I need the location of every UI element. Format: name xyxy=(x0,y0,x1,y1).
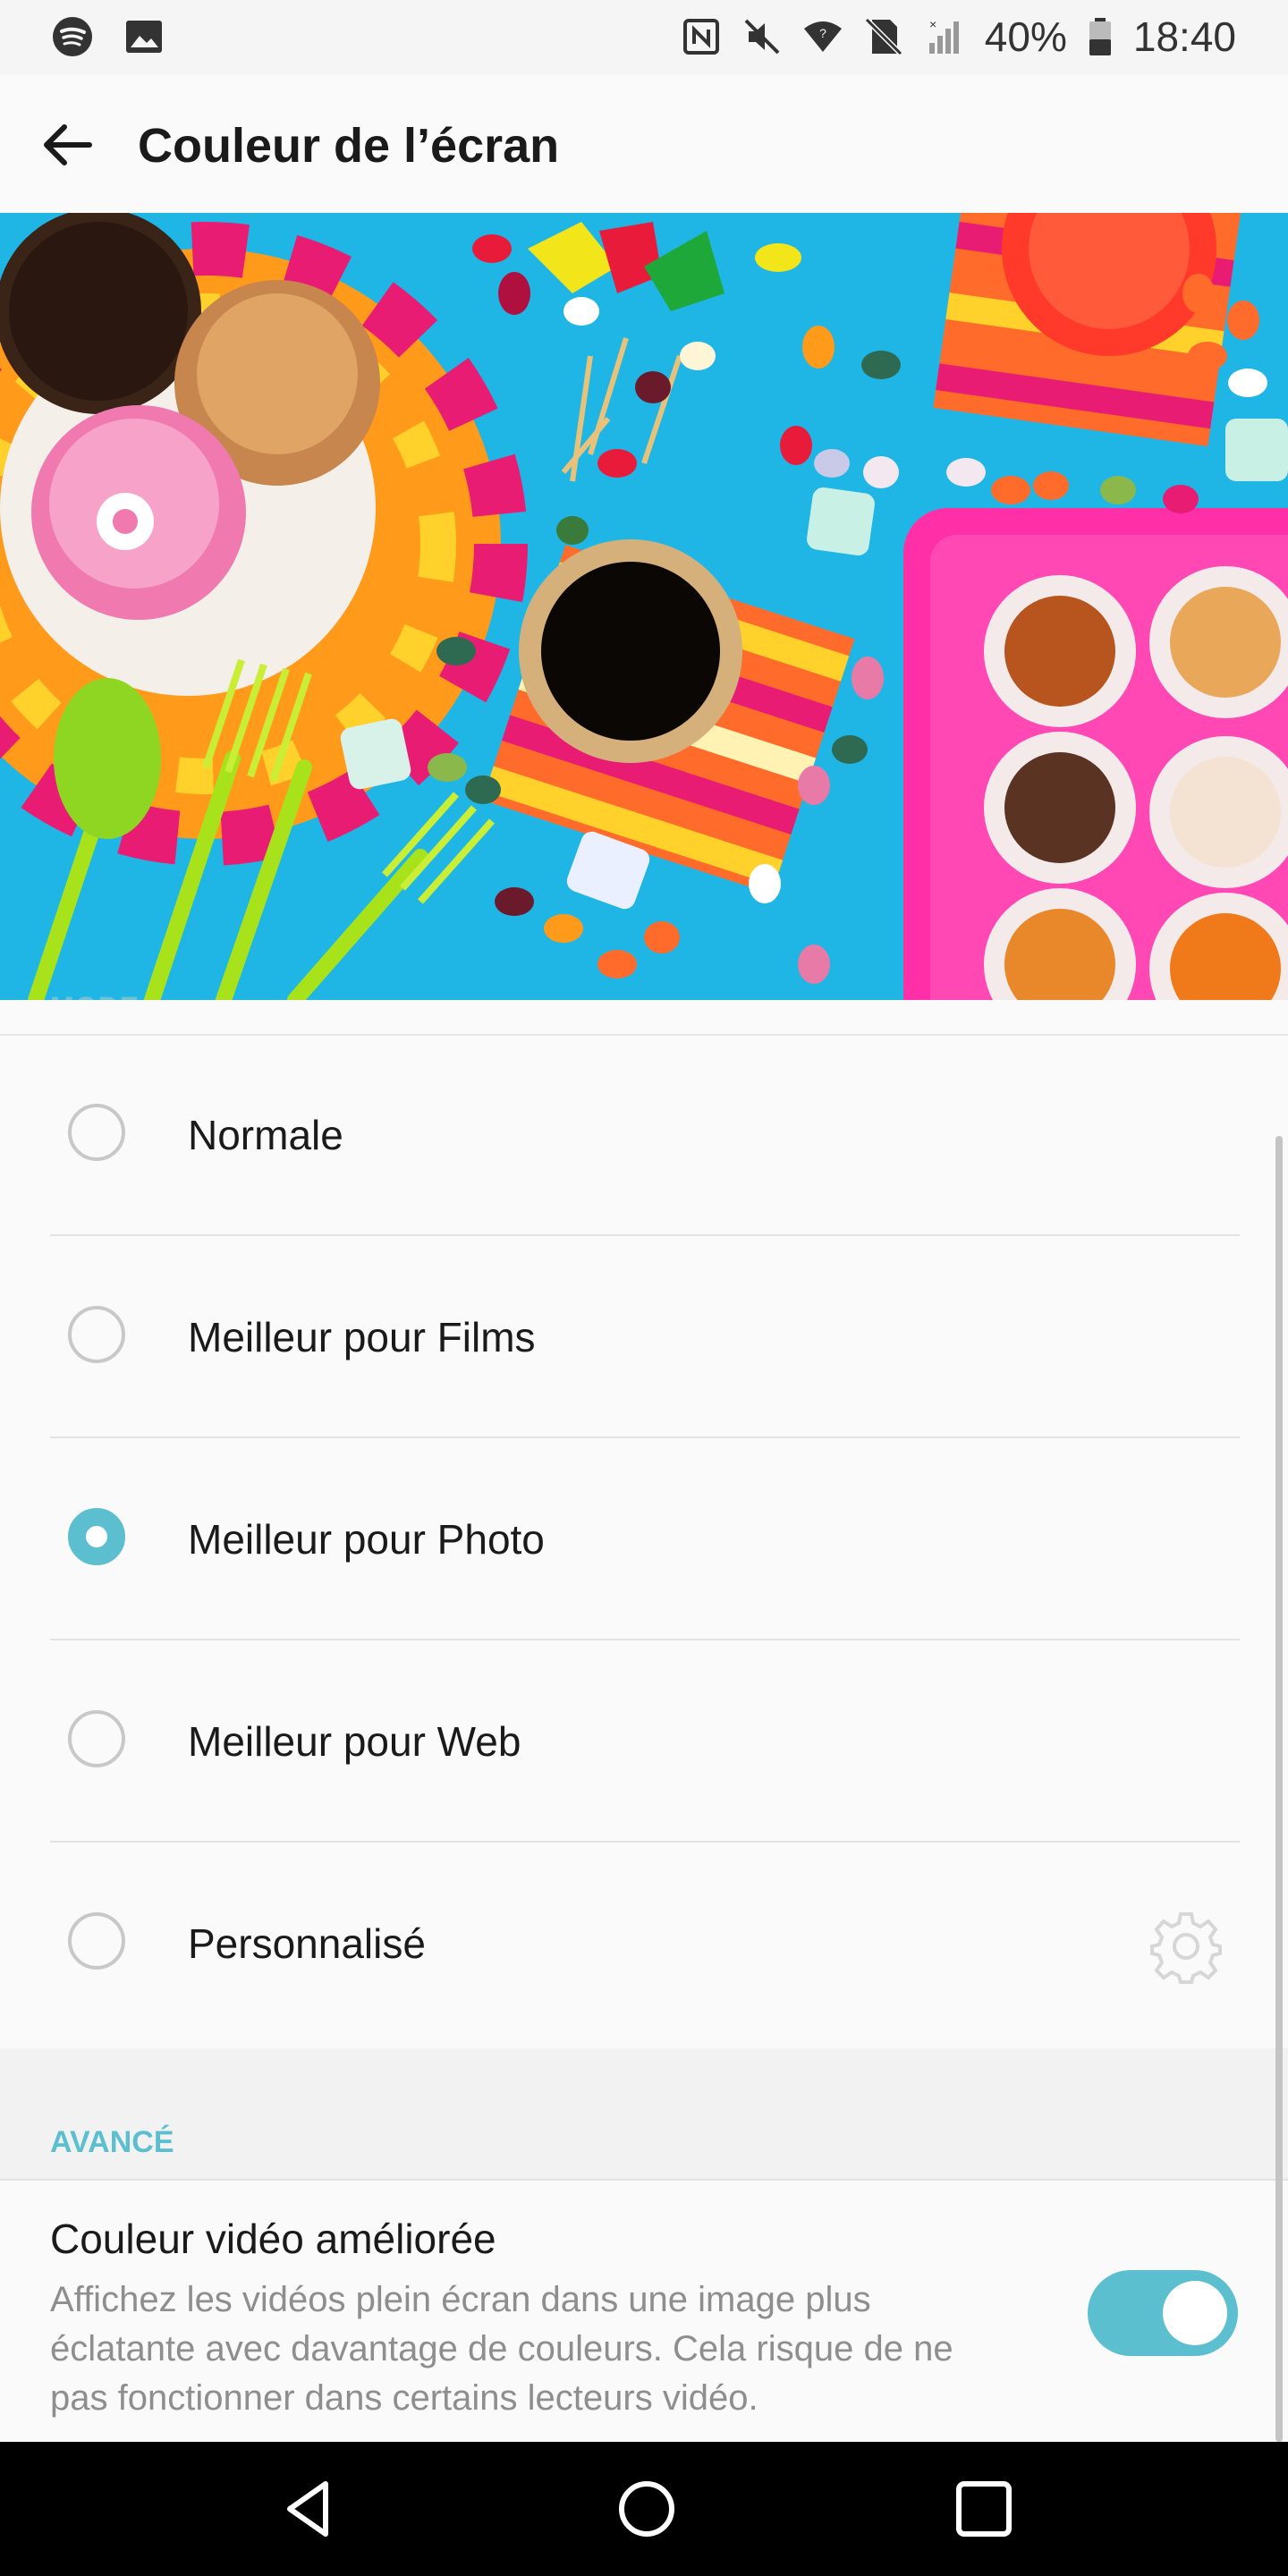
battery-percentage: 40% xyxy=(984,13,1067,60)
advanced-header-band xyxy=(0,2048,1288,2181)
radio-button-checked[interactable] xyxy=(68,1508,125,1565)
back-triangle-icon[interactable] xyxy=(274,2473,345,2545)
spotify-icon xyxy=(53,17,92,56)
image-icon xyxy=(126,21,162,53)
gear-icon[interactable] xyxy=(1148,1909,1224,1984)
radio-button[interactable] xyxy=(68,1104,125,1161)
radio-option-normale[interactable]: Normale xyxy=(0,1036,1288,1236)
setting-title[interactable]: Couleur vidéo améliorée xyxy=(50,2215,496,2263)
nfc-icon xyxy=(682,19,719,55)
option-label: Meilleur pour Web xyxy=(188,1718,521,1765)
radio-button[interactable] xyxy=(68,1710,125,1767)
svg-text:×: × xyxy=(929,17,936,31)
wifi-icon: ? xyxy=(803,21,842,52)
radio-button[interactable] xyxy=(68,1912,125,1970)
back-arrow-icon[interactable] xyxy=(36,113,100,177)
option-label: Meilleur pour Photo xyxy=(188,1516,545,1563)
option-label: Meilleur pour Films xyxy=(188,1314,536,1360)
signal-icon: × xyxy=(928,17,959,54)
recents-square-icon[interactable] xyxy=(948,2473,1020,2545)
mute-icon xyxy=(744,19,780,55)
clock: 18:40 xyxy=(1132,13,1236,60)
preview-image xyxy=(0,213,1288,1000)
page-title: Couleur de l’écran xyxy=(138,119,560,173)
radio-option-photo[interactable]: Meilleur pour Photo xyxy=(0,1440,1288,1640)
enhanced-video-toggle[interactable] xyxy=(1088,2270,1238,2356)
radio-option-web[interactable]: Meilleur pour Web xyxy=(0,1642,1288,1843)
home-circle-icon[interactable] xyxy=(611,2473,682,2545)
navigation-bar xyxy=(0,2442,1288,2576)
section-label-avance: AVANCÉ xyxy=(50,2125,174,2159)
setting-description: Affichez les vidéos plein écran dans une… xyxy=(50,2280,953,2418)
battery-icon xyxy=(1089,18,1111,55)
svg-text:?: ? xyxy=(819,26,826,40)
radio-option-personnalise[interactable]: Personnalisé xyxy=(0,1844,1288,2045)
no-sim-icon xyxy=(864,17,902,56)
radio-option-films[interactable]: Meilleur pour Films xyxy=(0,1238,1288,1438)
toggle-knob xyxy=(1163,2281,1227,2345)
option-label: Personnalisé xyxy=(188,1920,426,1967)
scrollbar[interactable] xyxy=(1275,1136,1283,2442)
option-label: Normale xyxy=(188,1112,343,1158)
radio-button[interactable] xyxy=(68,1306,125,1363)
status-bar: ? × 40% 18:40 xyxy=(0,0,1288,75)
app-bar: Couleur de l’écran xyxy=(0,75,1288,213)
